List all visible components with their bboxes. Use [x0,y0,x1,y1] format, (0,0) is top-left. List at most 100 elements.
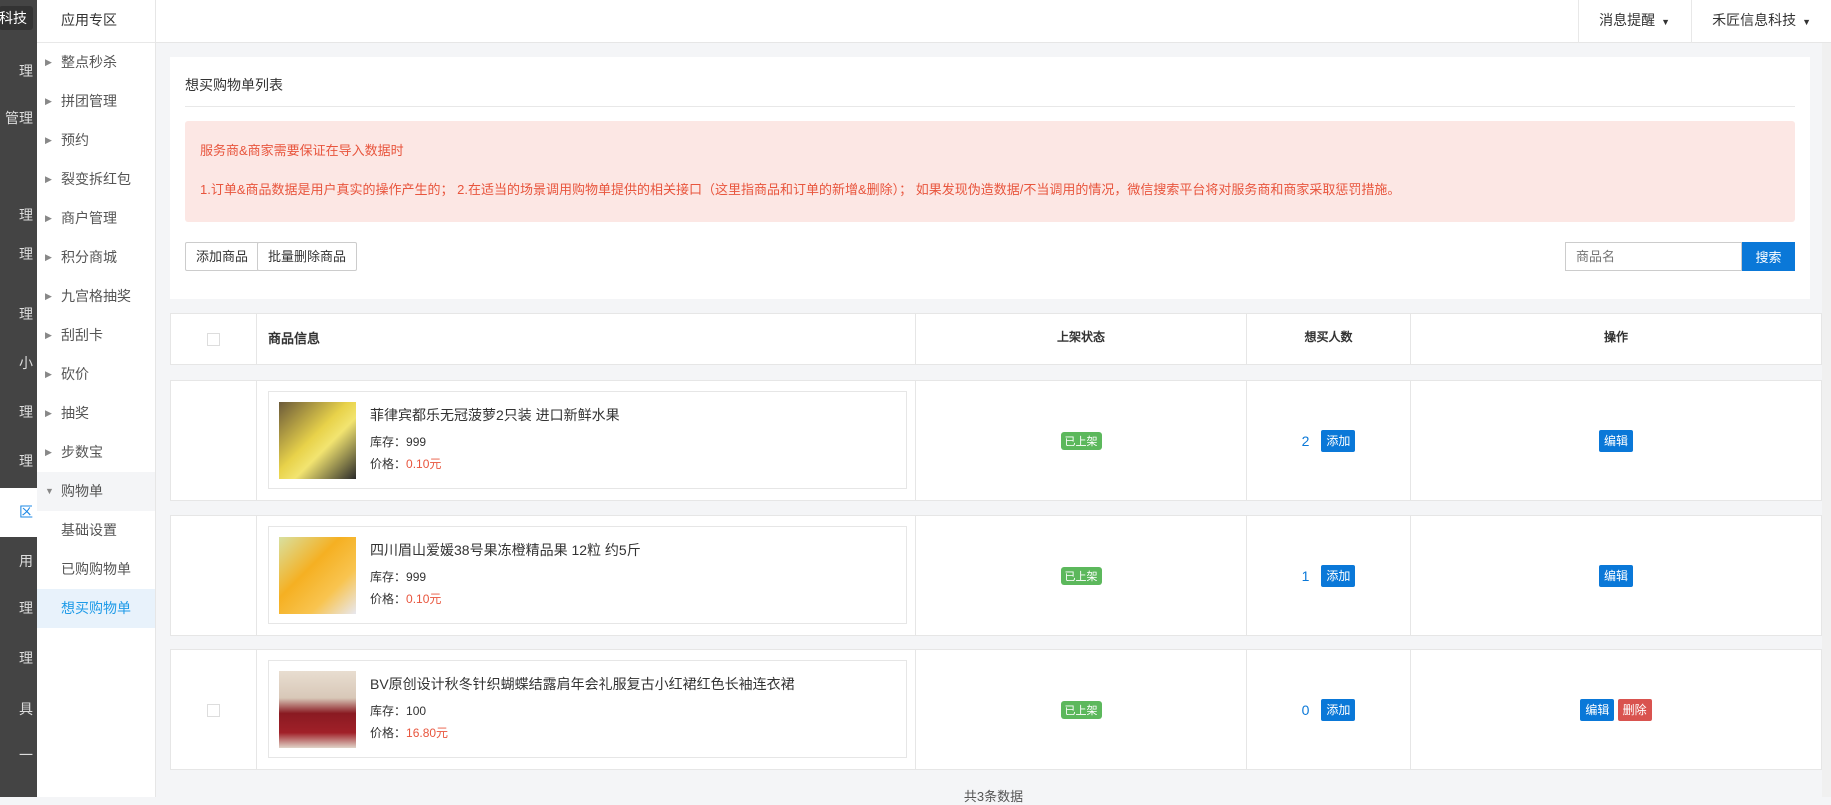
caret-down-icon: ▼ [1661,17,1670,27]
select-all-checkbox[interactable] [207,333,220,346]
main-nav-brand[interactable]: 科技 [0,6,33,30]
page-title: 想买购物单列表 [185,77,283,93]
column-header: 想买人数 [1304,330,1353,344]
product-name: 菲律宾都乐无冠菠萝2只装 进口新鲜水果 [370,407,620,423]
batch-delete-button[interactable]: 批量删除商品 [257,242,358,271]
caret-right-icon: ▶ [45,408,52,418]
column-header: 操作 [1603,330,1628,344]
product-price: 价格：0.10元 [370,455,441,472]
add-want-button[interactable]: 添加 [1321,698,1356,721]
product-info: 菲律宾都乐无冠菠萝2只装 进口新鲜水果 库存：999 价格：0.10元 [268,391,907,489]
main-nav-item[interactable]: 管理 [5,108,33,128]
main-nav-item[interactable]: 小 [19,353,33,373]
submenu-item-purchased-list[interactable]: 已购购物单 [37,550,155,589]
table-row: 菲律宾都乐无冠菠萝2只装 进口新鲜水果 库存：999 价格：0.10元 已上架 … [170,380,1822,501]
top-header: 消息提醒 ▼ 禾匠信息科技 ▼ [156,0,1831,43]
caret-right-icon: ▶ [45,96,52,106]
submenu-item-label: 想买购物单 [61,600,131,616]
edit-button[interactable]: 编辑 [1598,429,1633,452]
column-header: 上架状态 [1056,330,1105,344]
alert-line: 服务商&商家需要保证在导入数据时 [200,143,404,158]
submenu-item[interactable]: ▶ 裂变拆红包 [37,160,155,199]
main-nav-item-active[interactable]: 区 [0,488,37,537]
caret-right-icon: ▶ [45,213,52,223]
submenu-item-label: 整点秒杀 [61,54,117,70]
app-submenu: 应用专区 ▶ 整点秒杀 ▶ 拼团管理 ▶ 预约 ▶ 裂变拆红包 ▶ 商户管理 ▶ 积分商城 ▶ 九宫格抽奖… [37,0,156,797]
edit-button[interactable]: 编辑 [1598,564,1633,587]
caret-right-icon: ▶ [45,291,52,301]
add-product-button[interactable]: 添加商品 [185,242,260,271]
product-stock: 库存：100 [370,702,426,719]
main-nav-item[interactable]: 用 [19,551,33,571]
submenu-item[interactable]: ▶ 商户管理 [37,199,155,238]
submenu-item[interactable]: ▶ 整点秒杀 [37,43,155,82]
table-header: 商品信息 上架状态 想买人数 操作 [170,313,1822,365]
submenu-item-wishlist[interactable]: 想买购物单 [37,589,155,628]
submenu-item[interactable]: ▶ 步数宝 [37,433,155,472]
caret-right-icon: ▶ [45,174,52,184]
product-image [279,402,356,479]
main-nav-item[interactable]: 理 [19,451,33,471]
status-badge: 已上架 [1060,700,1102,719]
main-nav-item[interactable]: 理 [19,402,33,422]
submenu-item-label: 砍价 [61,366,89,382]
submenu-item[interactable]: ▶ 积分商城 [37,238,155,277]
product-image [279,671,356,748]
row-checkbox[interactable] [207,704,220,717]
caret-right-icon: ▶ [45,447,52,457]
delete-button[interactable]: 删除 [1617,698,1652,721]
main-nav-item[interactable]: 理 [19,304,33,324]
caret-right-icon: ▶ [45,369,52,379]
status-badge: 已上架 [1060,431,1102,450]
messages-dropdown[interactable]: 消息提醒 ▼ [1578,0,1690,43]
wishlist-card: 想买购物单列表 服务商&商家需要保证在导入数据时 1.订单&商品数据是用户真实的… [170,57,1810,299]
main-nav-item[interactable]: 理 [19,205,33,225]
want-count: 1 [1301,567,1310,584]
scrollbar[interactable] [1822,43,1831,797]
main-nav-item[interactable]: 理 [19,244,33,264]
submenu-item[interactable]: ▶ 砍价 [37,355,155,394]
stock-value: 100 [406,704,427,718]
caret-right-icon: ▶ [45,330,52,340]
product-info: 四川眉山爱媛38号果冻橙精品果 12粒 约5斤 库存：999 价格：0.10元 [268,526,907,624]
submenu-item-label: 拼团管理 [61,93,117,109]
price-value: 0.10元 [406,592,442,606]
main-nav-item[interactable]: 理 [19,598,33,618]
price-label: 价格： [370,726,407,740]
add-want-button[interactable]: 添加 [1321,429,1356,452]
alert-line: 1.订单&商品数据是用户真实的操作产生的； 2.在适当的场景调用购物单提供的相关… [200,182,1401,197]
main-nav-item[interactable]: 具 [19,699,33,719]
submenu-item[interactable]: ▶ 预约 [37,121,155,160]
warning-alert: 服务商&商家需要保证在导入数据时 1.订单&商品数据是用户真实的操作产生的； 2… [185,121,1795,222]
main-nav-item[interactable]: 理 [19,61,33,81]
product-info: BV原创设计秋冬针织蝴蝶结露肩年会礼服复古小红裙红色长袖连衣裙 库存：100 价… [268,660,907,758]
submenu-item[interactable]: ▶ 刮刮卡 [37,316,155,355]
divider [185,106,1795,107]
main-sidebar: 科技 理 管理 理 理 理 小 理 理 区 用 理 理 具 一 [0,0,37,797]
submenu-item-label: 刮刮卡 [61,327,103,343]
product-stock: 库存：999 [370,568,426,585]
submenu-item[interactable]: ▶ 拼团管理 [37,82,155,121]
submenu-item-label: 购物单 [61,483,103,499]
product-price: 价格：16.80元 [370,724,448,741]
column-header: 商品信息 [268,331,321,346]
main-nav-item[interactable]: 理 [19,648,33,668]
search-bar: 搜索 [1565,242,1795,271]
account-dropdown[interactable]: 禾匠信息科技 ▼ [1691,0,1831,43]
product-name: 四川眉山爱媛38号果冻橙精品果 12粒 约5斤 [370,542,641,558]
submenu-item[interactable]: ▶ 抽奖 [37,394,155,433]
add-want-button[interactable]: 添加 [1321,564,1356,587]
submenu-item-label: 商户管理 [61,210,117,226]
search-input[interactable] [1565,242,1742,271]
edit-button[interactable]: 编辑 [1580,698,1615,721]
submenu-item-basic-settings[interactable]: 基础设置 [37,511,155,550]
submenu-item[interactable]: ▶ 九宫格抽奖 [37,277,155,316]
submenu-item[interactable]: ▼ 购物单 [37,472,155,511]
search-button[interactable]: 搜索 [1742,242,1795,271]
product-price: 价格：0.10元 [370,590,441,607]
submenu-item-label: 步数宝 [61,444,103,460]
main-nav-item[interactable]: 一 [19,745,33,765]
price-value: 0.10元 [406,457,442,471]
messages-label: 消息提醒 [1599,12,1656,28]
submenu-item-label: 裂变拆红包 [61,171,131,187]
